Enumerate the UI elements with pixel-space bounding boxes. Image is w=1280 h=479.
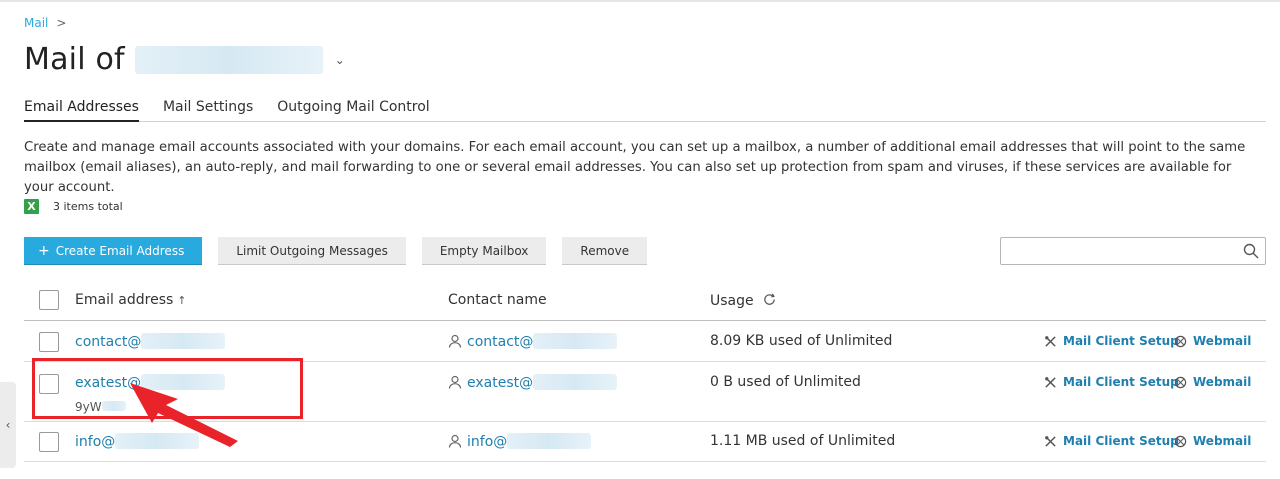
- redacted-domain: [141, 333, 226, 349]
- side-collapse-chevron-left-icon[interactable]: ‹: [0, 382, 16, 468]
- contact-link[interactable]: info@: [448, 433, 592, 450]
- usage-text: 0 B used of Unlimited: [710, 374, 861, 390]
- breadcrumb-mail-link[interactable]: Mail: [24, 16, 48, 30]
- column-email-address[interactable]: Email address ↑: [75, 292, 187, 308]
- redacted-domain: [533, 333, 618, 349]
- webmail-globe-icon: [1174, 376, 1187, 388]
- page-description: Create and manage email accounts associa…: [24, 140, 1246, 195]
- select-all-checkbox[interactable]: [39, 290, 59, 310]
- tools-icon: [1045, 335, 1056, 347]
- mail-client-setup-link[interactable]: Mail Client Setup: [1044, 375, 1179, 389]
- tab-mail-settings[interactable]: Mail Settings: [163, 98, 253, 122]
- breadcrumb-separator: >: [56, 16, 67, 30]
- table-row: contact@ contact@ 8.09 KB used of Unlimi…: [24, 321, 1266, 362]
- tab-email-addresses[interactable]: Email Addresses: [24, 98, 139, 122]
- webmail-link[interactable]: Webmail: [1174, 334, 1251, 348]
- search-input[interactable]: [1001, 238, 1231, 264]
- row-checkbox[interactable]: [39, 432, 59, 452]
- domain-chevron-down-icon[interactable]: ⌄: [335, 53, 345, 67]
- search-icon[interactable]: [1243, 243, 1259, 259]
- empty-mailbox-button[interactable]: Empty Mailbox: [421, 237, 547, 265]
- contact-link[interactable]: exatest@: [448, 374, 618, 391]
- remove-button[interactable]: Remove: [562, 237, 648, 265]
- tools-icon: [1045, 435, 1056, 447]
- email-text: contact@: [75, 334, 142, 350]
- usage-text: 1.11 MB used of Unlimited: [710, 433, 896, 449]
- redacted-domain: [134, 45, 323, 74]
- excel-export-icon[interactable]: X: [24, 199, 39, 214]
- mail-client-setup-label: Mail Client Setup: [1063, 334, 1179, 348]
- redacted-domain: [507, 433, 592, 449]
- webmail-link[interactable]: Webmail: [1174, 375, 1251, 389]
- items-summary: X 3 items total: [24, 199, 123, 214]
- column-usage: Usage: [710, 292, 777, 309]
- person-icon: [448, 375, 462, 389]
- webmail-globe-icon: [1174, 335, 1187, 347]
- breadcrumb: Mail >: [24, 16, 66, 30]
- webmail-label: Webmail: [1193, 375, 1252, 389]
- column-email-label: Email address: [75, 292, 174, 308]
- contact-text: info@: [467, 434, 508, 450]
- page-title: Mail of: [24, 42, 125, 77]
- contact-text: exatest@: [467, 375, 534, 391]
- email-link[interactable]: contact@: [75, 333, 226, 350]
- column-contact-name[interactable]: Contact name: [448, 292, 547, 308]
- mail-client-setup-link[interactable]: Mail Client Setup: [1044, 434, 1179, 448]
- mail-client-setup-label: Mail Client Setup: [1063, 375, 1179, 389]
- mail-client-setup-link[interactable]: Mail Client Setup: [1044, 334, 1179, 348]
- person-icon: [448, 434, 462, 448]
- table-header: Email address ↑ Contact name Usage: [24, 280, 1266, 321]
- sort-arrow-up-icon: ↑: [177, 294, 187, 307]
- create-email-label: Create Email Address: [55, 244, 185, 258]
- usage-text: 8.09 KB used of Unlimited: [710, 333, 893, 349]
- webmail-globe-icon: [1174, 435, 1187, 447]
- email-text: info@: [75, 434, 116, 450]
- plus-icon: +: [38, 243, 50, 259]
- tab-outgoing-mail-control[interactable]: Outgoing Mail Control: [277, 98, 429, 122]
- title-row: Mail of ⌄: [24, 42, 345, 77]
- items-total-text: 3 items total: [53, 200, 123, 213]
- annotation-arrow-icon: [130, 383, 238, 447]
- webmail-label: Webmail: [1193, 334, 1252, 348]
- redacted-domain: [533, 374, 618, 390]
- mail-client-setup-label: Mail Client Setup: [1063, 434, 1179, 448]
- tab-bar: Email Addresses Mail Settings Outgoing M…: [24, 98, 1266, 122]
- refresh-icon[interactable]: [762, 292, 777, 307]
- limit-outgoing-messages-button[interactable]: Limit Outgoing Messages: [218, 237, 406, 265]
- column-usage-label: Usage: [710, 293, 754, 309]
- webmail-link[interactable]: Webmail: [1174, 434, 1251, 448]
- webmail-label: Webmail: [1193, 434, 1252, 448]
- contact-text: contact@: [467, 334, 534, 350]
- person-icon: [448, 334, 462, 348]
- toolbar: + Create Email Address Limit Outgoing Mes…: [24, 237, 648, 265]
- search-box: [1000, 237, 1266, 265]
- contact-link[interactable]: contact@: [448, 333, 618, 350]
- row-checkbox[interactable]: [39, 332, 59, 352]
- create-email-address-button[interactable]: + Create Email Address: [24, 237, 203, 265]
- top-border: [0, 0, 1280, 2]
- tools-icon: [1045, 376, 1056, 388]
